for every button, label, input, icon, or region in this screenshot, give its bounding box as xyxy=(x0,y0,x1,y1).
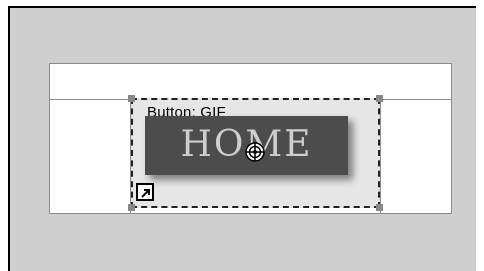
shortcut-arrow-icon xyxy=(136,183,154,201)
resize-handle-top-right[interactable] xyxy=(376,95,383,102)
resize-handle-bottom-right[interactable] xyxy=(376,204,383,211)
resize-handle-top-left[interactable] xyxy=(128,95,135,102)
resize-handle-bottom-left[interactable] xyxy=(128,204,135,211)
crosshair-globe-icon xyxy=(245,142,265,162)
cell-divider-right xyxy=(380,100,381,214)
